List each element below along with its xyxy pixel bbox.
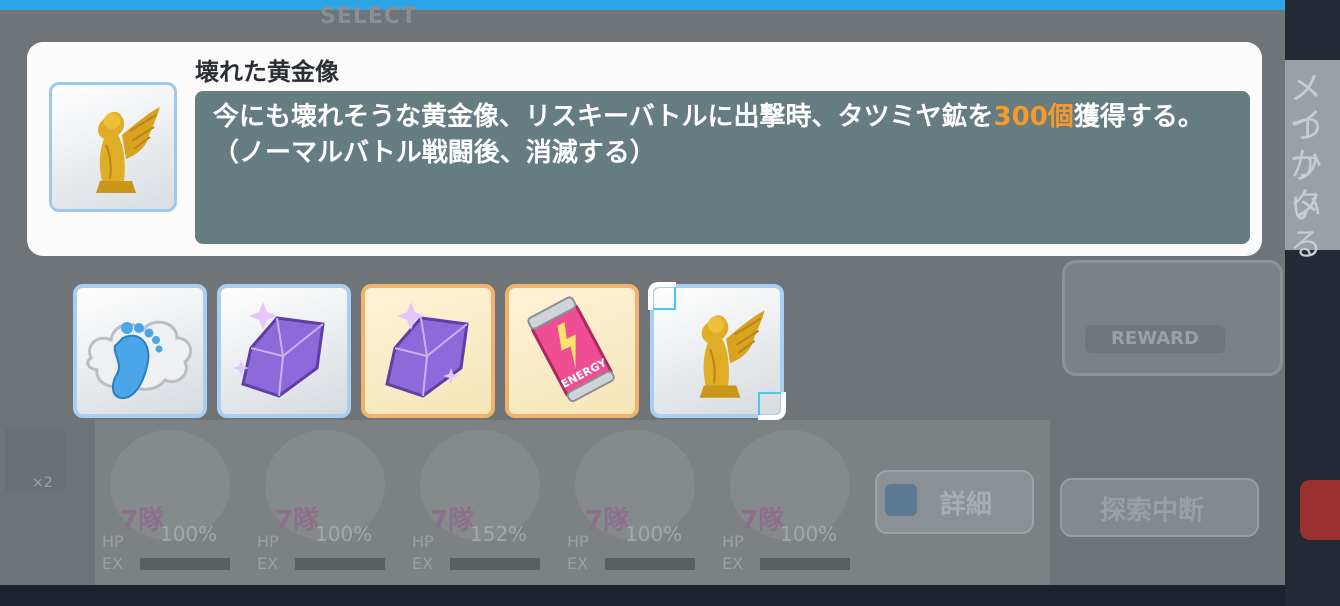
ex-label: EX [412,554,434,573]
select-label: SELECT [320,4,418,29]
reward-label: REWARD [1085,325,1225,353]
footprint-icon [86,320,193,400]
hp-label: HP [102,532,124,551]
character-level: 7隊 [740,506,785,536]
item-slot-energy-drink[interactable]: ENERGY [505,284,639,418]
stop-exploration-label: 探索中断 [1100,496,1205,526]
item-title: 壊れた黄金像 [195,58,339,86]
item-slot-footprint[interactable] [73,284,207,418]
top-bar [0,0,1290,10]
golden-statue-icon [49,82,177,212]
item-slot-golden-statue[interactable] [648,282,786,420]
character-hp-percent: 152% [470,522,528,546]
hp-label: HP [567,532,589,551]
party-member[interactable]: 7隊 100% HP EX [100,430,250,580]
description-text: 今にも壊れそうな黄金像、リスキーバトルに出撃時、タツミヤ鉱を [213,102,994,132]
ex-bar [760,558,850,570]
ex-label: EX [567,554,589,573]
detail-button-label: 詳細 [940,490,993,520]
hp-label: HP [257,532,279,551]
left-item-count: ×2 [32,475,53,491]
reward-card[interactable] [1062,260,1283,376]
item-info-card: 壊れた黄金像 今にも壊れそうな黄金像、リスキーバトルに出撃時、タツミヤ鉱を300… [27,42,1262,256]
ex-bar [295,558,385,570]
item-description: 今にも壊れそうな黄金像、リスキーバトルに出撃時、タツミヤ鉱を300個獲得する。（… [195,91,1250,244]
character-level: 7隊 [430,506,475,536]
right-red-button[interactable] [1300,480,1340,540]
party-member[interactable]: 7隊 152% HP EX [410,430,560,580]
item-slot-crystal[interactable] [217,284,351,418]
selection-corner [648,282,676,310]
hp-label: HP [412,532,434,551]
right-text-line: いる [1290,189,1323,263]
character-level: 7隊 [120,506,165,536]
ex-bar [140,558,230,570]
ex-label: EX [257,554,279,573]
item-slot-crystal-rare[interactable] [361,284,495,418]
purple-crystal-icon [233,302,325,398]
ex-bar [450,558,540,570]
party-member[interactable]: 7隊 100% HP EX [255,430,405,580]
party-member[interactable]: 7隊 100% HP EX [720,430,870,580]
character-level: 7隊 [275,506,320,536]
character-hp-percent: 100% [780,522,838,546]
purple-crystal-icon [385,302,469,398]
ex-label: EX [102,554,124,573]
ex-bar [605,558,695,570]
character-level: 7隊 [585,506,630,536]
character-hp-percent: 100% [315,522,373,546]
character-hp-percent: 100% [625,522,683,546]
ex-label: EX [722,554,744,573]
character-hp-percent: 100% [160,522,218,546]
party-member[interactable]: 7隊 100% HP EX [565,430,715,580]
magnifier-icon [885,484,917,516]
energy-drink-icon: ENERGY [527,296,615,403]
selection-corner [758,392,786,420]
hp-label: HP [722,532,744,551]
description-highlight: 300個 [993,102,1074,132]
